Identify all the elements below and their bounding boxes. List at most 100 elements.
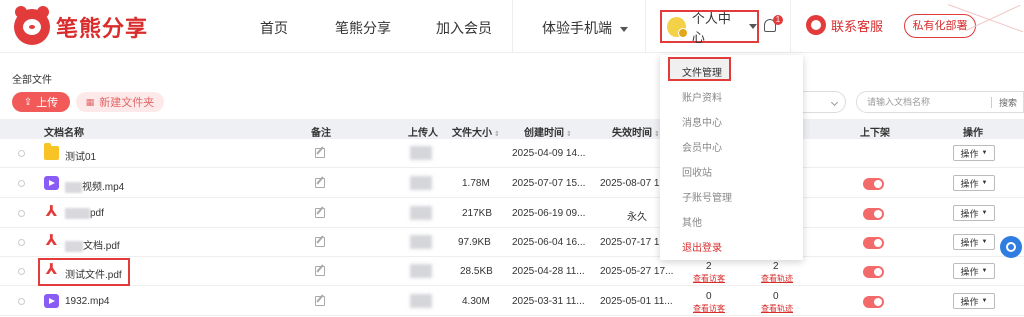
- col-created[interactable]: 创建时间 ⇕: [524, 124, 572, 139]
- private-deploy-button[interactable]: 私有化部署: [904, 14, 976, 38]
- edit-note-icon[interactable]: [315, 296, 325, 306]
- video-file-icon: [44, 294, 59, 308]
- row-action-button[interactable]: 操作 ▼: [953, 205, 995, 221]
- breadcrumb[interactable]: 全部文件: [12, 71, 52, 86]
- view-track-link[interactable]: 查看轨迹: [761, 273, 793, 284]
- logo-text: 笔熊分享: [56, 16, 149, 41]
- highlight-box: [38, 258, 130, 286]
- upload-button[interactable]: ⇪ 上传: [12, 92, 70, 112]
- row-checkbox[interactable]: [18, 150, 25, 157]
- user-center-menu[interactable]: 个人中心: [660, 10, 759, 45]
- nav-mobile[interactable]: 体验手机端: [542, 18, 628, 38]
- sort-icon: ⇕: [494, 131, 500, 138]
- file-name: 视频.mp4: [82, 182, 125, 193]
- chevron-down-icon: ▼: [981, 150, 988, 156]
- folder-plus-icon: ▦: [85, 96, 95, 107]
- new-folder-button[interactable]: ▦ 新建文件夹: [76, 92, 164, 112]
- menu-message-center[interactable]: 消息中心: [682, 114, 722, 129]
- col-created-label: 创建时间: [524, 128, 564, 139]
- view-visitors-link[interactable]: 查看访客: [693, 303, 725, 314]
- shelf-toggle[interactable]: [863, 266, 884, 278]
- nav-home[interactable]: 首页: [260, 18, 288, 38]
- chevron-down-icon: ▼: [981, 239, 988, 245]
- shelf-toggle[interactable]: [863, 178, 884, 190]
- menu-sub-accounts[interactable]: 子账号管理: [682, 189, 732, 204]
- shelf-toggle[interactable]: [863, 208, 884, 220]
- chevron-down-icon: [749, 24, 757, 29]
- row-checkbox[interactable]: [18, 180, 25, 187]
- edit-note-icon[interactable]: [315, 178, 325, 188]
- row-action-label: 操作: [960, 266, 979, 277]
- search-box: 搜索: [856, 91, 1024, 113]
- visit-count: 2: [706, 261, 712, 272]
- avatar: [667, 16, 688, 38]
- chat-icon[interactable]: [1000, 236, 1022, 258]
- view-visitors-link[interactable]: 查看访客: [693, 273, 725, 284]
- menu-logout[interactable]: 退出登录: [682, 239, 722, 254]
- file-name[interactable]: 1932.mp4: [65, 296, 109, 307]
- folder-icon: [44, 143, 59, 160]
- support-label: 联系客服: [831, 18, 884, 34]
- table-row[interactable]: 1932.mp4 4.30M 2025-03-31 11... 2025-05-…: [0, 287, 1024, 316]
- row-action-label: 操作: [960, 148, 979, 159]
- row-action-button[interactable]: 操作 ▼: [953, 234, 995, 250]
- menu-recycle-bin[interactable]: 回收站: [682, 164, 712, 179]
- table-row[interactable]: ⅄ 测试文件.pdf 28.5KB 2025-04-28 11... 2025-…: [0, 257, 1024, 286]
- col-shelf: 上下架: [860, 128, 890, 139]
- contact-support[interactable]: 联系客服: [806, 15, 883, 35]
- col-size-label: 文件大小: [452, 128, 492, 139]
- chevron-down-icon: ▼: [981, 298, 988, 304]
- uploader-avatar: [410, 206, 432, 220]
- col-expire[interactable]: 失效时间 ⇕: [612, 124, 660, 139]
- row-action-label: 操作: [960, 208, 979, 219]
- nav-share[interactable]: 笔熊分享: [335, 18, 391, 38]
- expire-time: 2025-05-27 17...: [600, 266, 674, 277]
- row-action-button[interactable]: 操作 ▼: [953, 293, 995, 309]
- file-name-cell[interactable]: 文档.pdf: [65, 237, 120, 252]
- col-expire-label: 失效时间: [612, 128, 652, 139]
- row-checkbox[interactable]: [18, 210, 25, 217]
- edit-note-icon[interactable]: [315, 148, 325, 158]
- edit-note-icon[interactable]: [315, 237, 325, 247]
- table-row[interactable]: 测试01 2025-04-09 14... 操作 ▼: [0, 139, 1024, 168]
- file-name-cell[interactable]: 视频.mp4: [65, 178, 124, 193]
- row-checkbox[interactable]: [18, 268, 25, 275]
- sort-icon: ⇕: [566, 131, 572, 138]
- file-name[interactable]: 测试01: [65, 148, 96, 163]
- sort-icon: ⇕: [654, 131, 660, 138]
- table-row[interactable]: ⅄ 文档.pdf 97.9KB 2025-06-04 16... 2025-07…: [0, 228, 1024, 257]
- file-name-cell[interactable]: pdf: [65, 208, 104, 219]
- edit-note-icon[interactable]: [315, 266, 325, 276]
- search-input[interactable]: [867, 95, 987, 109]
- row-action-button[interactable]: 操作 ▼: [953, 145, 995, 161]
- filter-select[interactable]: [800, 91, 846, 113]
- shelf-toggle[interactable]: [863, 237, 884, 249]
- menu-other[interactable]: 其他: [682, 214, 702, 229]
- col-note: 备注: [311, 128, 331, 139]
- view-track-link[interactable]: 查看轨迹: [761, 303, 793, 314]
- nav-join-member[interactable]: 加入会员: [436, 18, 492, 38]
- nav-mobile-label: 体验手机端: [542, 20, 612, 36]
- menu-file-management[interactable]: 文件管理: [668, 57, 731, 81]
- expire-time: 2025-05-01 11...: [600, 296, 673, 307]
- row-action-button[interactable]: 操作 ▼: [953, 175, 995, 191]
- table-row[interactable]: 视频.mp4 1.78M 2025-07-07 15... 2025-08-07…: [0, 169, 1024, 198]
- menu-member-center[interactable]: 会员中心: [682, 139, 722, 154]
- brand-logo[interactable]: 笔熊分享: [14, 6, 149, 45]
- upload-icon: ⇪: [23, 96, 33, 108]
- row-checkbox[interactable]: [18, 239, 25, 246]
- shelf-toggle[interactable]: [863, 296, 884, 308]
- row-checkbox[interactable]: [18, 298, 25, 305]
- search-button[interactable]: 搜索: [999, 96, 1017, 109]
- chevron-down-icon: [830, 98, 839, 107]
- nav-divider: [790, 0, 791, 53]
- redacted-text: [65, 240, 83, 252]
- chevron-down-icon: ▼: [981, 210, 988, 216]
- col-size[interactable]: 文件大小 ⇕: [452, 124, 500, 139]
- expire-time: 永久: [627, 212, 647, 223]
- menu-account-info[interactable]: 账户资料: [682, 89, 722, 104]
- row-action-button[interactable]: 操作 ▼: [953, 263, 995, 279]
- notification-badge: 1: [773, 15, 783, 25]
- edit-note-icon[interactable]: [315, 208, 325, 218]
- table-row[interactable]: ⅄ pdf 217KB 2025-06-19 09... 永久 操作 ▼: [0, 199, 1024, 228]
